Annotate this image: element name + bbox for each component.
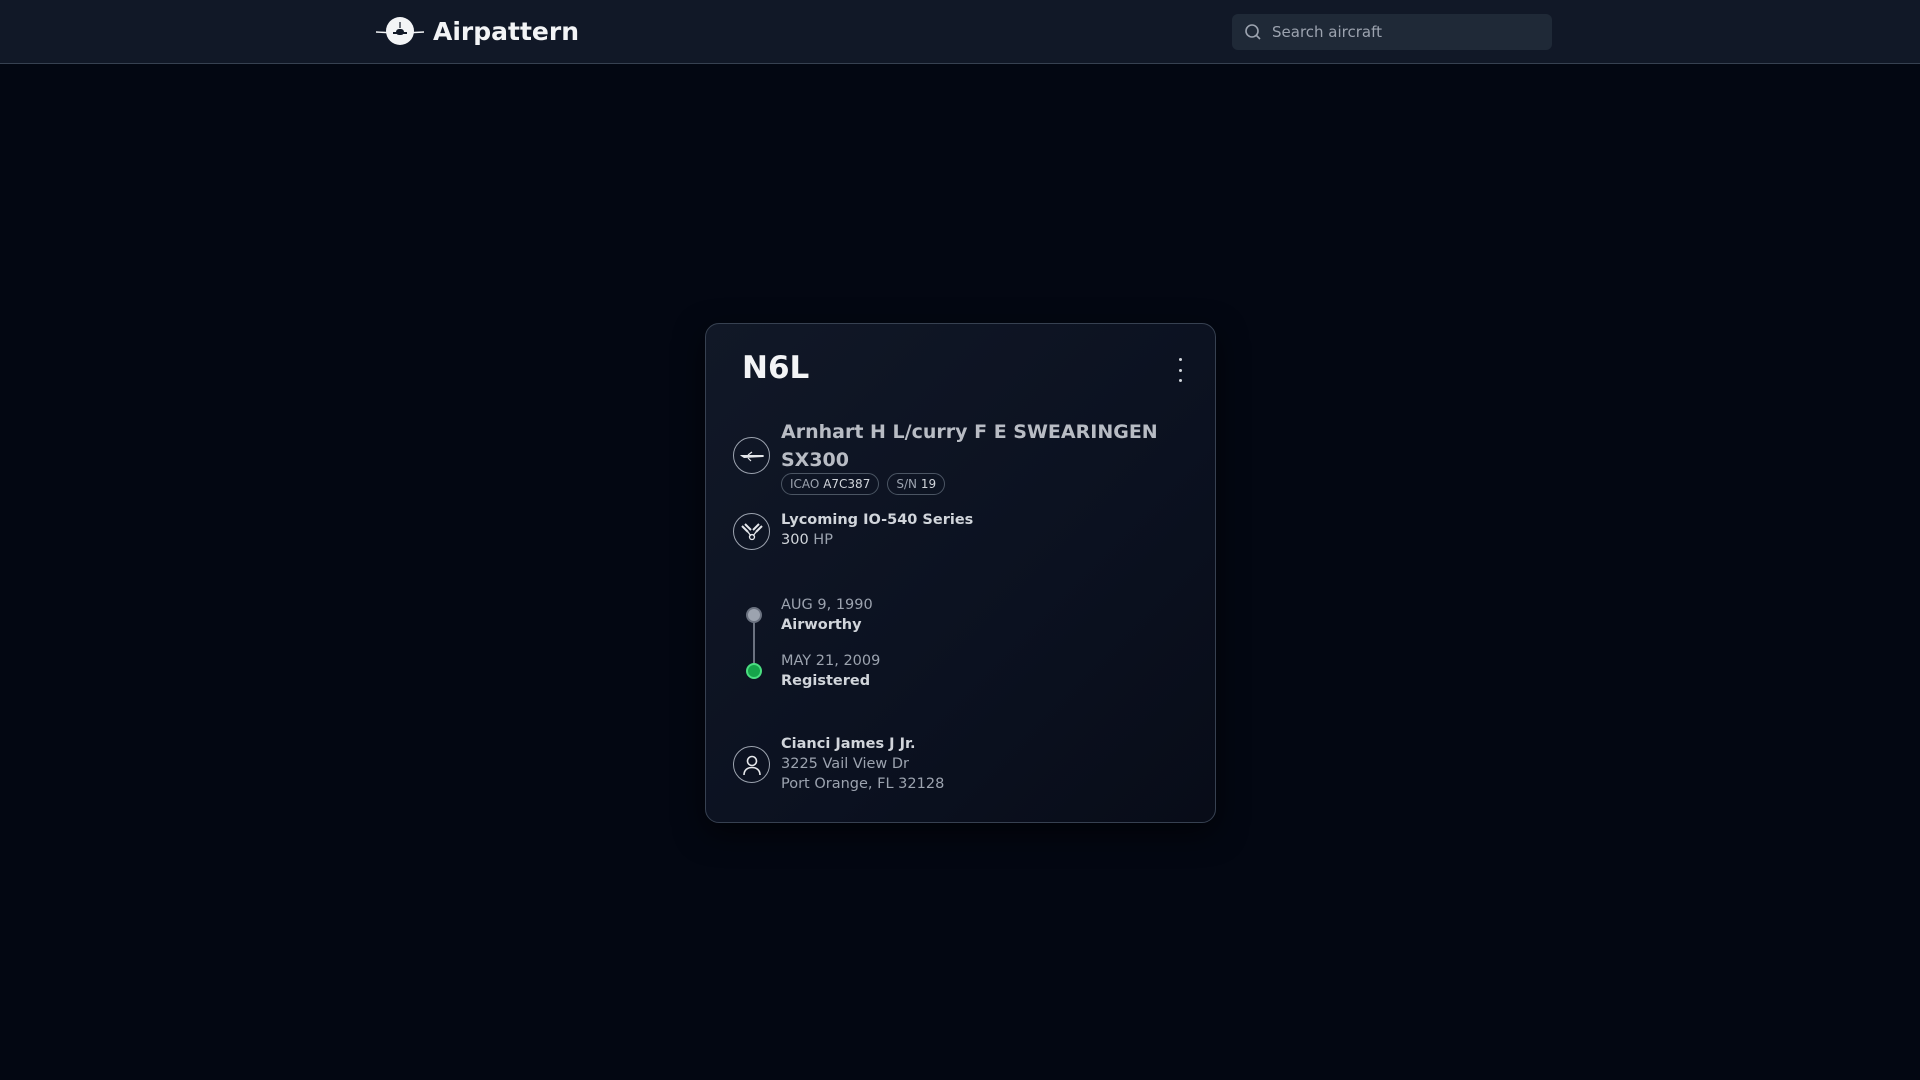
aircraft-card: N6L Arnhart H L/curry F E SWEARINGEN SX3… bbox=[705, 323, 1216, 823]
airplane-logo-icon bbox=[375, 17, 425, 45]
owner-user-icon bbox=[733, 746, 770, 783]
owner-street: 3225 Vail View Dr bbox=[781, 756, 910, 772]
search-icon bbox=[1245, 24, 1261, 40]
icao-badge: ICAO A7C387 bbox=[781, 473, 880, 495]
owner-name: Cianci James J Jr. bbox=[781, 736, 916, 752]
timeline-label: Airworthy bbox=[781, 617, 862, 633]
engine-power: 300 HP bbox=[781, 530, 833, 550]
sn-label: S/N bbox=[896, 477, 917, 491]
logo[interactable]: Airpattern bbox=[375, 14, 579, 48]
timeline-label: Registered bbox=[781, 673, 871, 689]
icao-label: ICAO bbox=[790, 477, 820, 491]
icao-value: A7C387 bbox=[823, 477, 871, 491]
sn-value: 19 bbox=[920, 477, 937, 491]
search-input[interactable]: Search aircraft bbox=[1232, 14, 1552, 50]
timeline-date: AUG 9, 1990 bbox=[781, 597, 873, 613]
dot-icon bbox=[1178, 368, 1182, 372]
aircraft-icon bbox=[733, 437, 770, 474]
tail-number: N6L bbox=[742, 350, 810, 386]
model-line-1: Arnhart H L/curry F E SWEARINGEN bbox=[781, 421, 1158, 443]
more-options-button[interactable] bbox=[1175, 358, 1185, 382]
timeline-date: MAY 21, 2009 bbox=[781, 653, 881, 669]
engine-name: Lycoming IO-540 Series bbox=[781, 512, 974, 528]
engine-icon bbox=[733, 513, 770, 550]
serial-badge: S/N 19 bbox=[887, 473, 946, 495]
hp-unit: HP bbox=[813, 532, 833, 548]
timeline-dot-registered bbox=[746, 663, 762, 679]
app-title: Airpattern bbox=[433, 16, 579, 46]
model-line-2: SX300 bbox=[781, 449, 849, 471]
timeline-dot-airworthy bbox=[746, 607, 762, 623]
aircraft-model: Arnhart H L/curry F E SWEARINGEN SX300 bbox=[781, 418, 1181, 474]
owner-city: Port Orange, FL 32128 bbox=[781, 776, 945, 792]
dot-icon bbox=[1178, 358, 1182, 361]
dot-icon bbox=[1178, 379, 1182, 382]
top-header: Airpattern Search aircraft bbox=[0, 0, 1920, 64]
hp-value: 300 bbox=[781, 532, 809, 548]
search-placeholder: Search aircraft bbox=[1272, 23, 1383, 41]
